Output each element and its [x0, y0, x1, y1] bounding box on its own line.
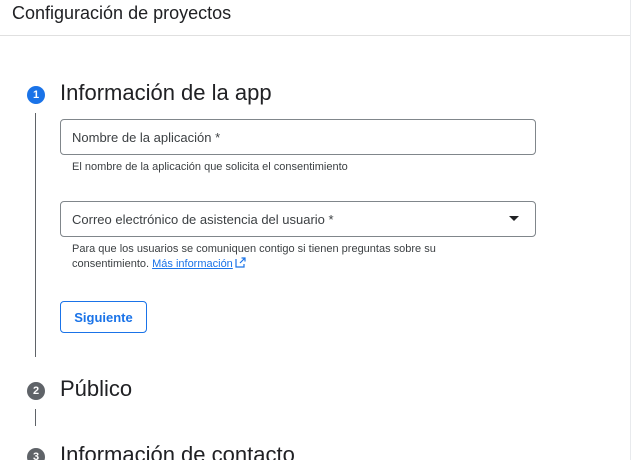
app-name-input[interactable] — [61, 120, 535, 154]
support-email-select[interactable]: Correo electrónico de asistencia del usu… — [60, 201, 536, 237]
step-3-number-badge: 3 — [27, 448, 45, 460]
step-1-connector-line — [35, 113, 36, 357]
project-setup-page: Configuración de proyectos 1 Información… — [0, 0, 631, 460]
page-header: Configuración de proyectos — [0, 0, 631, 36]
arrow-drop-down-icon[interactable] — [509, 216, 519, 221]
app-name-field[interactable] — [60, 119, 536, 155]
more-info-link[interactable]: Más información — [152, 258, 233, 270]
next-button[interactable]: Siguiente — [60, 301, 147, 333]
step-2-title[interactable]: Público — [60, 375, 132, 403]
step-3-title[interactable]: Información de contacto — [60, 441, 295, 460]
step-2-connector-line — [35, 409, 36, 426]
support-email-hint: Para que los usuarios se comuniquen cont… — [72, 242, 512, 272]
support-email-label: Correo electrónico de asistencia del usu… — [72, 211, 334, 227]
step-1-title[interactable]: Información de la app — [60, 79, 272, 107]
app-name-hint: El nombre de la aplicación que solicita … — [72, 161, 348, 173]
support-email-hint-text: Para que los usuarios se comuniquen cont… — [72, 243, 436, 270]
page-title: Configuración de proyectos — [12, 3, 232, 23]
step-1-number-badge: 1 — [27, 86, 45, 104]
step-2-number-badge: 2 — [27, 382, 45, 400]
open-in-new-icon[interactable] — [235, 257, 246, 268]
